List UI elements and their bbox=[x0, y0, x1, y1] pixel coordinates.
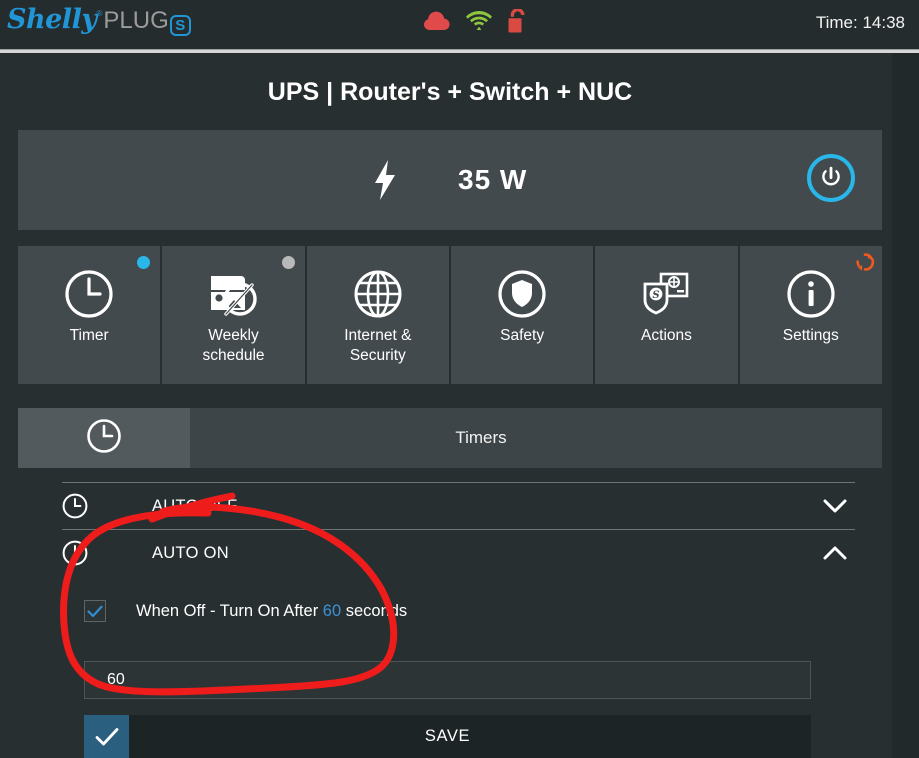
nav-tile-timer[interactable]: Timer bbox=[18, 246, 163, 384]
auto-on-enable-row[interactable]: When Off - Turn On After 60 seconds bbox=[62, 594, 855, 628]
auto-on-checkbox[interactable] bbox=[84, 600, 106, 622]
chevron-up-icon[interactable] bbox=[815, 545, 855, 561]
auto-on-seconds-value: 60 bbox=[322, 601, 342, 620]
power-consumption-value: 35 W bbox=[458, 164, 528, 195]
clock-icon bbox=[62, 493, 106, 519]
page-right-gutter bbox=[892, 53, 919, 758]
logo-variant-badge: S bbox=[169, 15, 191, 36]
feature-tile-grid: Timer Weekly schedule Internet & Securit… bbox=[18, 246, 882, 384]
accordion-title: AUTO OFF bbox=[152, 496, 238, 515]
nav-tile-internet-security[interactable]: Internet & Security bbox=[306, 246, 451, 384]
nav-tile-label: Weekly schedule bbox=[202, 327, 265, 364]
timers-accordion: AUTO OFF AUTO ON When Off - Turn On Afte… bbox=[62, 482, 855, 699]
weekly-schedule-inactive-badge bbox=[281, 256, 295, 269]
cloud-icon[interactable] bbox=[424, 11, 450, 31]
shelly-plug-s-logo: Shelly ® PLUG S bbox=[7, 6, 191, 42]
timer-active-badge bbox=[137, 256, 151, 269]
nav-tile-label: Actions bbox=[641, 327, 692, 344]
clock-time-label: Time: 14:38 bbox=[815, 13, 905, 32]
info-icon bbox=[786, 268, 836, 320]
logo-registered-mark: ® bbox=[96, 9, 103, 18]
top-bar: Shelly ® PLUG S Time: 14:38 bbox=[0, 0, 919, 49]
svg-text:S: S bbox=[653, 290, 660, 301]
power-panel: 35 W bbox=[18, 130, 882, 230]
update-available-refresh-icon bbox=[855, 252, 875, 277]
power-toggle-button[interactable] bbox=[807, 154, 855, 202]
clock-icon bbox=[86, 418, 122, 459]
clock-icon bbox=[64, 268, 114, 320]
actions-icon: S bbox=[641, 268, 691, 320]
nav-tile-label: Internet & Security bbox=[344, 327, 412, 364]
auto-on-description: When Off - Turn On After 60 seconds bbox=[136, 601, 408, 620]
status-icon-group bbox=[424, 9, 527, 33]
accordion-header-auto-on[interactable]: AUTO ON bbox=[62, 530, 855, 576]
lock-open-icon[interactable] bbox=[508, 9, 527, 33]
check-icon[interactable] bbox=[84, 715, 129, 758]
nav-tile-settings[interactable]: Settings bbox=[739, 246, 882, 384]
timers-heading: Timers bbox=[455, 428, 507, 447]
calendar-disabled-icon bbox=[207, 268, 259, 320]
globe-icon bbox=[353, 268, 403, 320]
wifi-icon[interactable] bbox=[466, 11, 492, 31]
nav-tile-label: Timer bbox=[69, 327, 109, 344]
save-button-label: SAVE bbox=[424, 727, 471, 745]
top-bar-divider bbox=[0, 49, 919, 53]
nav-tile-safety[interactable]: Safety bbox=[450, 246, 596, 384]
shield-icon bbox=[497, 268, 547, 320]
auto-on-panel: When Off - Turn On After 60 seconds 60 bbox=[62, 576, 855, 699]
shelly-plug-s-web-ui: Shelly ® PLUG S Time: 14:38 UPS | Router… bbox=[0, 0, 919, 758]
save-button[interactable]: SAVE bbox=[84, 715, 811, 758]
chevron-down-icon[interactable] bbox=[815, 498, 855, 514]
nav-tile-label: Safety bbox=[500, 327, 545, 344]
page-title: UPS | Router's + Switch + NUC bbox=[267, 78, 633, 106]
auto-on-seconds-input-value: 60 bbox=[107, 671, 125, 688]
nav-tile-actions[interactable]: S Actions bbox=[595, 246, 740, 384]
timers-section-header: Timers bbox=[18, 408, 882, 468]
logo-product-text: PLUG bbox=[103, 7, 169, 34]
clock-icon bbox=[62, 540, 106, 566]
nav-tile-label: Settings bbox=[782, 327, 839, 344]
accordion-header-auto-off[interactable]: AUTO OFF bbox=[62, 483, 855, 529]
auto-on-seconds-input[interactable]: 60 bbox=[84, 661, 811, 699]
nav-tile-weekly-schedule[interactable]: Weekly schedule bbox=[162, 246, 307, 384]
logo-brand-text: Shelly bbox=[7, 4, 97, 35]
accordion-title: AUTO ON bbox=[152, 543, 229, 562]
lightning-bolt-icon bbox=[373, 160, 397, 205]
timers-tab-button[interactable] bbox=[18, 408, 190, 468]
